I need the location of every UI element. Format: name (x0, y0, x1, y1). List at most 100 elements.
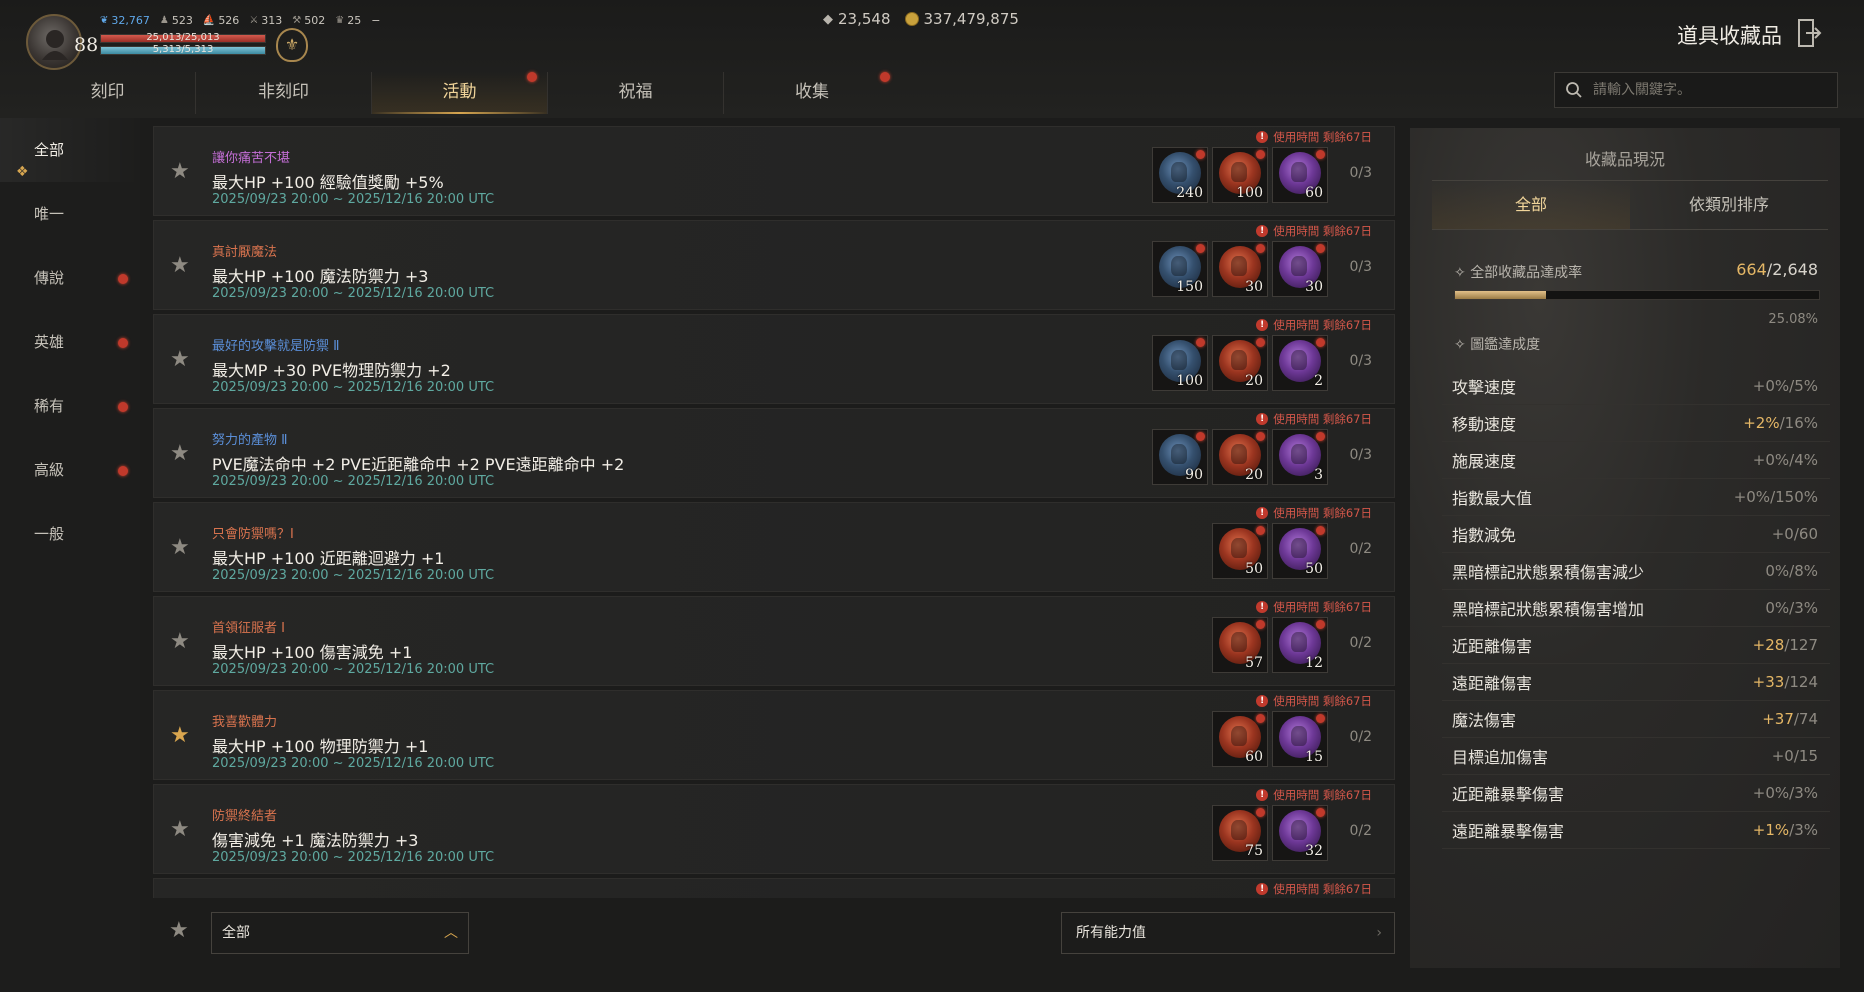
codex-stat-row[interactable]: 目標追加傷害 +0/15 (1442, 738, 1830, 775)
guild-emblem-icon[interactable]: ⚜ (276, 28, 308, 62)
item-slot[interactable]: 60 (1212, 711, 1268, 767)
codex-stat-value: +0%/4% (1753, 451, 1818, 469)
gold-amount: 337,479,875 (923, 10, 1019, 28)
collection-effect: 最大HP +100 魔法防禦力 +3 (212, 267, 429, 286)
favorite-star-icon[interactable]: ★ (170, 159, 190, 184)
tab-4[interactable]: 祝福 (548, 72, 724, 114)
item-slot[interactable]: 60 (1272, 147, 1328, 203)
item-slot[interactable]: 100 (1152, 335, 1208, 391)
codex-stat-row[interactable]: 遠距離暴擊傷害 +1%/3% (1442, 812, 1830, 849)
sidebar-item[interactable]: 稀有 (0, 374, 140, 438)
favorite-star-icon[interactable]: ★ (170, 441, 190, 466)
collection-date-range: 2025/09/23 20:00 ~ 2025/12/16 20:00 UTC (212, 474, 495, 489)
notification-dot-icon (1256, 432, 1265, 441)
player-stat: ⚔ 313 (249, 14, 282, 27)
collection-row[interactable]: ★ 首領征服者 Ⅰ 最大HP +100 傷害減免 +1 2025/09/23 20:0… (153, 596, 1395, 686)
search-box[interactable] (1554, 72, 1838, 108)
item-slot[interactable]: 30 (1272, 241, 1328, 297)
favorite-star-icon[interactable]: ★ (170, 535, 190, 560)
sidebar-item[interactable]: 唯一 (0, 182, 140, 246)
collection-row[interactable]: ★ 讓你痛苦不堪 最大HP +100 經驗值獎勵 +5% 2025/09/23 20:… (153, 126, 1395, 216)
search-input[interactable] (1593, 82, 1813, 98)
collection-row[interactable]: ★ 最好的攻擊就是防禦 Ⅱ 最大MP +30 PVE物理防禦力 +2 2025/09/… (153, 314, 1395, 404)
favorite-star-icon[interactable]: ★ (170, 817, 190, 842)
sidebar-item[interactable]: 一般 (0, 502, 140, 566)
codex-stat-max: /8% (1789, 562, 1818, 580)
item-slot[interactable]: 50 (1212, 523, 1268, 579)
codex-stat-row[interactable]: 移動速度 +2%/16% (1442, 405, 1830, 442)
item-slot[interactable]: 2 (1272, 335, 1328, 391)
exit-icon[interactable] (1796, 18, 1822, 48)
expiry-timer: ! 使用時間 剩餘67日 (1256, 787, 1372, 803)
item-slot[interactable]: 150 (1152, 241, 1208, 297)
codex-stat-row[interactable]: 近距離傷害 +28/127 (1442, 627, 1830, 664)
favorite-star-icon[interactable]: ★ (170, 347, 190, 372)
codex-stat-row[interactable]: 魔法傷害 +37/74 (1442, 701, 1830, 738)
panel-tab[interactable]: 全部 (1432, 181, 1630, 229)
expiry-text: 使用時間 剩餘67日 (1273, 318, 1372, 332)
player-stat-value: 313 (261, 14, 283, 27)
item-slot[interactable]: 3 (1272, 429, 1328, 485)
grade-filter-dropdown[interactable]: 全部 ︿ (211, 912, 469, 954)
collection-date-range: 2025/09/23 20:00 ~ 2025/12/16 20:00 UTC (212, 662, 495, 677)
item-slot[interactable]: 20 (1212, 335, 1268, 391)
item-slot[interactable]: 240 (1152, 147, 1208, 203)
notification-dot-icon (118, 466, 128, 476)
tab-label: 刻印 (90, 82, 125, 102)
collection-row[interactable]: ★ 真討厭魔法 最大HP +100 魔法防禦力 +3 2025/09/23 20:00… (153, 220, 1395, 310)
favorite-filter-star-icon[interactable]: ★ (169, 918, 189, 943)
collection-row[interactable]: ! 使用時間 剩餘67日 (153, 878, 1395, 898)
collection-row[interactable]: ★ 我喜歡體力 最大HP +100 物理防禦力 +1 2025/09/23 20:00… (153, 690, 1395, 780)
sidebar-item[interactable]: 英雄 (0, 310, 140, 374)
favorite-star-icon[interactable]: ★ (170, 629, 190, 654)
notification-dot-icon (1196, 338, 1205, 347)
item-slot[interactable]: 50 (1272, 523, 1328, 579)
codex-stat-row[interactable]: 指數減免 +0/60 (1442, 516, 1830, 553)
item-slot[interactable]: 90 (1152, 429, 1208, 485)
codex-stat-row[interactable]: 黑暗標記狀態累積傷害增加 0%/3% (1442, 590, 1830, 627)
item-slot[interactable]: 75 (1212, 805, 1268, 861)
warning-icon: ! (1256, 413, 1269, 425)
codex-stat-current: 0% (1765, 599, 1790, 617)
item-slot[interactable]: 32 (1272, 805, 1328, 861)
panel-tab[interactable]: 依類別排序 (1630, 181, 1828, 229)
item-slot[interactable]: 15 (1272, 711, 1328, 767)
codex-stat-row[interactable]: 攻擊速度 +0%/5% (1442, 368, 1830, 405)
item-slot[interactable]: 57 (1212, 617, 1268, 673)
tab-2[interactable]: 非刻印 (196, 72, 372, 114)
item-quantity: 150 (1176, 279, 1203, 295)
tab-1[interactable]: 刻印 (20, 72, 196, 114)
collection-progress-count: 0/2 (1349, 823, 1372, 839)
collection-list[interactable]: ★ 讓你痛苦不堪 最大HP +100 經驗值獎勵 +5% 2025/09/23 20:… (153, 126, 1395, 898)
favorite-star-icon[interactable]: ★ (170, 253, 190, 278)
item-slot[interactable]: 12 (1272, 617, 1328, 673)
codex-stat-row[interactable]: 指數最大值 +0%/150% (1442, 479, 1830, 516)
diamond-icon: ✧ (1454, 265, 1471, 281)
favorite-star-icon[interactable]: ★ (170, 723, 190, 748)
item-slot[interactable]: 30 (1212, 241, 1268, 297)
codex-stat-value: +0/60 (1772, 525, 1818, 543)
codex-stat-row[interactable]: 近距離暴擊傷害 +0%/3% (1442, 775, 1830, 812)
codex-stat-max: /16% (1779, 414, 1818, 432)
tab-5[interactable]: 收集 (724, 72, 900, 114)
sidebar-item[interactable]: ❖ 全部 (0, 118, 140, 182)
sidebar-item[interactable]: 高級 (0, 438, 140, 502)
collection-progress-count: 0/3 (1349, 259, 1372, 275)
item-slot[interactable]: 20 (1212, 429, 1268, 485)
codex-stat-row[interactable]: 遠距離傷害 +33/124 (1442, 664, 1830, 701)
collection-title: 努力的產物 Ⅱ (212, 433, 288, 448)
tab-3[interactable]: 活動 (372, 72, 548, 114)
item-slot[interactable]: 100 (1212, 147, 1268, 203)
collection-row[interactable]: ★ 防禦終結者 傷害減免 +1 魔法防禦力 +3 2025/09/23 20:00 ~… (153, 784, 1395, 874)
warning-icon: ! (1256, 507, 1269, 519)
required-items: 90 20 3 (1152, 429, 1328, 485)
collection-row[interactable]: ★ 只會防禦嗎？Ⅰ 最大HP +100 近距離迴避力 +1 2025/09/23 20… (153, 502, 1395, 592)
expiry-timer: ! 使用時間 剩餘67日 (1256, 411, 1372, 427)
codex-stat-row[interactable]: 施展速度 +0%/4% (1442, 442, 1830, 479)
item-quantity: 32 (1305, 843, 1323, 859)
codex-stat-row[interactable]: 黑暗標記狀態累積傷害減少 0%/8% (1442, 553, 1830, 590)
sidebar-item[interactable]: 傳說 (0, 246, 140, 310)
codex-stats-list[interactable]: 攻擊速度 +0%/5% 移動速度 +2%/16% 施展速度 +0%/4% 指數最大值 +0%/… (1442, 368, 1830, 849)
all-stats-button[interactable]: 所有能力值 › (1061, 912, 1395, 954)
collection-row[interactable]: ★ 努力的產物 Ⅱ PVE魔法命中 +2 PVE近距離命中 +2 PVE遠距離命中 … (153, 408, 1395, 498)
